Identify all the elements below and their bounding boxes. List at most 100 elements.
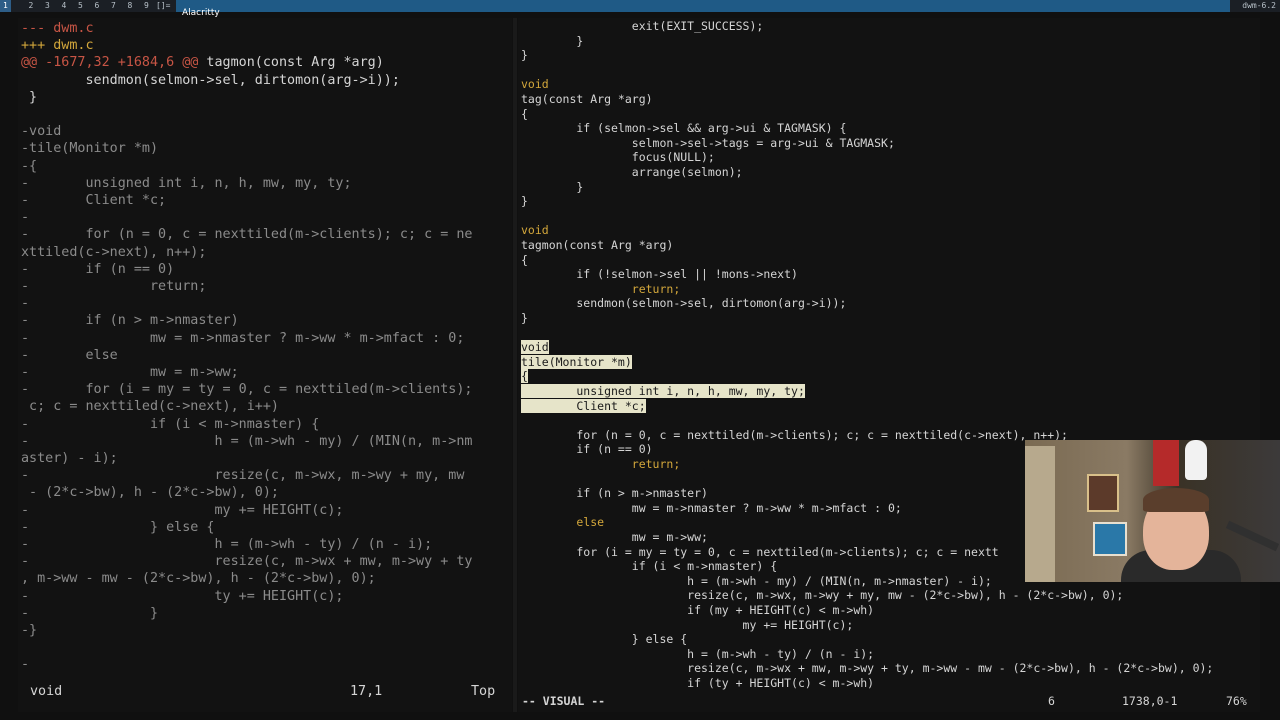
layout-indicator[interactable]: []= [156, 0, 170, 12]
code-line: { [521, 106, 528, 121]
code-line: -void [21, 124, 62, 140]
code-line: - if (n == 0) [21, 261, 175, 277]
code-line: - } else { [21, 519, 215, 535]
code-line: - return; [21, 279, 207, 294]
status-text: dwm-6.2 [1242, 1, 1276, 10]
code-line: - [21, 657, 30, 673]
code-line: -} [21, 623, 38, 638]
code-line: - [21, 296, 30, 312]
code-line: void [521, 223, 549, 238]
tag-5[interactable]: 5 [78, 0, 83, 12]
code-line: - resize(c, m->wx + mw, m->wy + ty [21, 554, 473, 570]
code-line: - resize(c, m->wx, m->wy + my, mw [21, 468, 465, 484]
code-line: arrange(selmon); [521, 165, 743, 179]
code-line: mw = m->nmaster ? m->ww * m->mfact : 0; [521, 500, 902, 515]
tag-3[interactable]: 3 [45, 0, 50, 12]
code-line: Client *c; [521, 398, 646, 413]
scroll-percent: 76% [1226, 694, 1247, 708]
top-bar: 1 23456789 []= Alacritty dwm-6.2 [0, 0, 1280, 18]
code-line: else [521, 515, 605, 530]
code-line: void [521, 77, 549, 92]
scroll-indicator: Top [471, 684, 496, 699]
cursor-position: 17,1 [350, 684, 383, 699]
code-line: - for (n = 0, c = nexttiled(m->clients);… [21, 227, 473, 243]
code-line: { [521, 369, 528, 384]
window-title-bar: Alacritty [176, 0, 1230, 18]
penguin-image [1185, 440, 1207, 480]
code-line: aster) - i); [21, 451, 118, 466]
window-title: Alacritty [182, 8, 220, 18]
code-line: { [521, 252, 528, 267]
left-vim-pane[interactable]: --- dwm.c +++ dwm.c @@ -1677,32 +1684,6 @@… [18, 18, 512, 712]
code-line: if (ty + HEIGHT(c) < m->wh) [521, 676, 875, 690]
code-line: return; [521, 281, 681, 296]
code-line: - (2*c->bw), h - (2*c->bw), 0); [21, 485, 279, 501]
code-line: my += HEIGHT(c); [521, 617, 854, 632]
poster-image [1093, 522, 1127, 556]
webcam-overlay [1025, 440, 1280, 582]
code-line: for (i = my = ty = 0, c = nexttiled(m->c… [521, 544, 999, 559]
code-line: - my += HEIGHT(c); [21, 502, 344, 518]
code-line: - h = (m->wh - my) / (MIN(n, m->nm [21, 433, 473, 449]
code-line: if (n > m->nmaster) [521, 486, 708, 501]
code-line: focus(NULL); [521, 150, 715, 165]
code-line: } [521, 48, 528, 63]
poster-image [1087, 474, 1119, 512]
code-line: - unsigned int i, n, h, mw, my, ty; [21, 175, 352, 191]
tag-9[interactable]: 9 [144, 0, 149, 12]
code-line: tile(Monitor *m) [521, 354, 632, 369]
code-line: xttiled(c->next), n++); [21, 244, 207, 260]
code-line: if (i < m->nmaster) { [521, 559, 778, 574]
code-line: - mw = m->ww; [21, 365, 239, 380]
code-line: exit(EXIT_SUCCESS); [521, 19, 764, 33]
code-line: tagmon(const Arg *arg) [521, 238, 674, 252]
code-line: - ty += HEIGHT(c); [21, 588, 344, 604]
code-line: --- dwm.c [21, 21, 94, 36]
pane-divider[interactable] [513, 18, 517, 712]
cursor-position: 1738,0-1 [1122, 694, 1178, 708]
code-line: } else { [521, 632, 688, 647]
selection-count: 6 [1048, 694, 1055, 708]
code-line: h = (m->wh - my) / (MIN(n, m->nmaster) -… [521, 573, 992, 588]
code-line: return; [521, 457, 681, 471]
code-line: - h = (m->wh - ty) / (n - i); [21, 537, 433, 552]
mode-indicator: -- VISUAL -- [522, 694, 606, 708]
code-line: +++ dwm.c [21, 38, 94, 54]
code-line: if (!selmon->sel || !mons->next) [521, 267, 798, 282]
code-line: - if (n > m->nmaster) [21, 313, 239, 329]
code-line: c; c = nexttiled(c->next), i++) [21, 399, 279, 415]
tag-1[interactable]: 1 [0, 0, 11, 12]
code-line: - } [21, 605, 159, 621]
code-line: for (n = 0, c = nexttiled(m->clients); c… [521, 427, 1068, 442]
code-line: unsigned int i, n, h, mw, my, ty; [521, 384, 805, 398]
code-line: - for (i = my = ty = 0, c = nexttiled(m-… [21, 382, 473, 398]
code-line: , m->ww - mw - (2*c->bw), h - (2*c->bw),… [21, 571, 376, 587]
tag-8[interactable]: 8 [128, 0, 133, 12]
code-line: - if (i < m->nmaster) { [21, 416, 320, 432]
code-line: tag(const Arg *arg) [521, 92, 653, 106]
tag-7[interactable]: 7 [111, 0, 116, 12]
code-line: -{ [21, 158, 38, 174]
code-line: } [521, 311, 528, 325]
code-line: sendmon(selmon->sel, dirtomon(arg->i)); [21, 72, 400, 88]
code-line: sendmon(selmon->sel, dirtomon(arg->i)); [521, 296, 847, 311]
tag-6[interactable]: 6 [95, 0, 100, 12]
code-line: } [521, 33, 584, 48]
code-line: - Client *c; [21, 193, 167, 208]
tag-4[interactable]: 4 [62, 0, 67, 12]
code-line: - mw = m->nmaster ? m->ww * m->mfact : 0… [21, 330, 465, 346]
code-line: } [21, 89, 38, 105]
code-line: resize(c, m->wx + mw, m->wy + ty, m->ww … [521, 661, 1214, 676]
code-line: void [521, 340, 549, 355]
code-line: - else [21, 347, 118, 363]
code-line: resize(c, m->wx, m->wy + my, mw - (2*c->… [521, 588, 1124, 603]
tag-2[interactable]: 2 [29, 0, 34, 12]
code-line: if (my + HEIGHT(c) < m->wh) [521, 603, 875, 617]
right-vim-pane[interactable]: exit(EXIT_SUCCESS); }} void tag(const Arg … [518, 18, 1260, 712]
code-line: } [521, 179, 584, 194]
code-line: } [521, 194, 528, 209]
bottom-word: void [30, 684, 63, 699]
code-line: if (selmon->sel && arg->ui & TAGMASK) { [521, 121, 847, 136]
